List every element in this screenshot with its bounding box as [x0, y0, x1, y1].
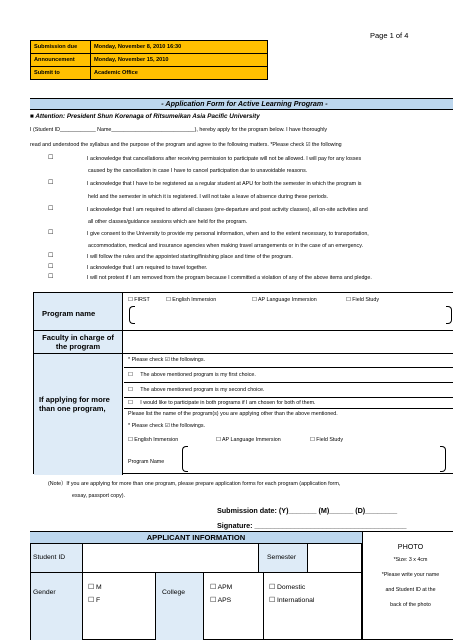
choice-first: The above mentioned program is my first …	[140, 372, 256, 378]
intro-line-1: I (Student ID____________ Name__________…	[30, 127, 328, 133]
ack-line: I will not protest if I am removed from …	[87, 275, 372, 281]
program-name-row: Program name ☐ FIRST ☐ English Immersion…	[34, 293, 453, 331]
program-table: Program name ☐ FIRST ☐ English Immersion…	[33, 292, 453, 475]
intro-line-2: read and understood the syllabus and the…	[30, 142, 342, 148]
checkbox-icon[interactable]: ☐	[48, 263, 54, 270]
ack-line: accommodation, medical and insurance age…	[88, 243, 363, 249]
photo-size: *Size: 3 x 4cm	[393, 557, 428, 563]
program-name-label: Program name	[34, 293, 123, 330]
program-options: ☐ FIRST ☐ English Immersion ☐ AP Languag…	[124, 293, 453, 330]
multi-program-row: If applying for more than one program, *…	[34, 354, 453, 475]
applicant-info-heading: APPLICANT INFORMATION	[30, 531, 362, 543]
info-key: Announcement	[30, 53, 91, 67]
submission-info-table: Submission due Monday, November 8, 2010 …	[30, 40, 268, 80]
program-name-field-label: Program Name	[128, 459, 165, 465]
info-key: Submit to	[30, 66, 91, 80]
ack-line: I acknowledge that I am required to atte…	[87, 207, 368, 213]
bracket-right	[440, 446, 446, 472]
info-row: Submission due Monday, November 8, 2010 …	[30, 40, 268, 54]
option-english-immersion[interactable]: ☐ English Immersion	[166, 297, 216, 303]
multi-program-label: If applying for more than one program,	[34, 354, 123, 475]
bracket-left	[129, 306, 135, 324]
checkbox-icon[interactable]: ☐	[48, 205, 54, 212]
info-row: Submit to Academic Office	[30, 66, 268, 80]
college-apm-checkbox[interactable]: ☐ APM	[210, 583, 232, 591]
bracket-right	[446, 306, 452, 324]
info-row: Announcement Monday, November 15, 2010	[30, 53, 268, 67]
checkbox-icon[interactable]: ☐	[48, 229, 54, 236]
ack-line: I acknowledge that I have to be register…	[87, 181, 362, 187]
option-first[interactable]: ☐ FIRST	[128, 297, 150, 303]
checkbox-icon[interactable]: ☐	[48, 273, 54, 280]
option2-english-immersion[interactable]: ☐ English Immersion	[128, 437, 178, 443]
faculty-label: Faculty in charge of the program	[34, 331, 123, 353]
option2-ap-language-immersion[interactable]: ☐ AP Language Immersion	[216, 437, 281, 443]
ack-line: all other classes/guidance sessions whic…	[88, 219, 248, 225]
ack-line: I acknowledge that I am required to trav…	[87, 265, 208, 271]
college-label: College	[156, 573, 204, 640]
checkbox-icon[interactable]: ☐	[128, 372, 133, 378]
gender-label: Gender	[31, 573, 83, 640]
choice-both: I would like to participate in both prog…	[140, 400, 316, 406]
please-check-text: * Please check ☑ the followings.	[128, 357, 205, 363]
ack-line: I give consent to the University to prov…	[87, 231, 369, 237]
note-text: (Note）If you are applying for more than …	[48, 481, 341, 487]
ack-line: I acknowledge that cancellations after r…	[87, 156, 362, 162]
applicant-info-grid: Student ID Semester Gender ☐ M ☐ F Colle…	[30, 543, 362, 640]
ack-line: caused by the cancellation in case I hav…	[88, 168, 308, 174]
list-instruction: Please list the name of the program(s) y…	[128, 411, 338, 417]
info-value: Academic Office	[90, 66, 268, 80]
attention-text: Attention: President Shun Korenaga of Ri…	[35, 113, 260, 120]
domestic-checkbox[interactable]: ☐ Domestic	[269, 583, 305, 591]
student-id-field[interactable]	[83, 544, 259, 573]
photo-title: PHOTO	[397, 542, 424, 551]
checkbox-icon[interactable]: ☐	[48, 179, 54, 186]
faculty-field[interactable]	[124, 331, 453, 353]
photo-note-2: and Student ID at the	[385, 587, 436, 593]
checkbox-icon[interactable]: ☐	[48, 252, 54, 259]
option2-field-study[interactable]: ☐ Field Study	[310, 437, 343, 443]
page-number: Page 1 of 4	[370, 31, 409, 40]
ack-line: held and the semester in which it is reg…	[88, 194, 329, 200]
semester-field[interactable]	[308, 544, 362, 573]
student-id-label: Student ID	[31, 544, 83, 573]
square-bullet-icon: ■	[30, 113, 34, 120]
faculty-row: Faculty in charge of the program	[34, 331, 453, 354]
student-type-options: ☐ Domestic ☐ International	[264, 573, 362, 640]
info-key: Submission due	[30, 40, 91, 54]
note-text-2: essay, passport copy).	[72, 493, 126, 499]
option-ap-language-immersion[interactable]: ☐ AP Language Immersion	[252, 297, 317, 303]
photo-box: PHOTO *Size: 3 x 4cm *Please write your …	[362, 531, 453, 640]
info-value: Monday, November 8, 2010 16:30	[90, 40, 268, 54]
submission-date-field[interactable]: Submission date: (Y)_______ (M)______ (D…	[217, 506, 397, 515]
ack-line: I will follow the rules and the appointe…	[87, 254, 293, 260]
checkbox-icon[interactable]: ☐	[128, 400, 133, 406]
multi-program-content: * Please check ☑ the followings. ☐ The a…	[124, 354, 453, 475]
form-title: - Application Form for Active Learning P…	[30, 98, 453, 110]
option-field-study[interactable]: ☐ Field Study	[346, 297, 379, 303]
please-check-text-2: * Please check ☑ the followings.	[128, 423, 205, 429]
info-value: Monday, November 15, 2010	[90, 53, 268, 67]
checkbox-icon[interactable]: ☐	[128, 387, 133, 393]
international-checkbox[interactable]: ☐ International	[269, 596, 314, 604]
college-options: ☐ APM ☐ APS	[204, 573, 264, 640]
college-aps-checkbox[interactable]: ☐ APS	[210, 596, 231, 604]
semester-label: Semester	[259, 544, 308, 573]
gender-m-checkbox[interactable]: ☐ M	[88, 583, 102, 591]
gender-options: ☐ M ☐ F	[83, 573, 156, 640]
checkbox-icon[interactable]: ☐	[48, 154, 54, 161]
bracket-left	[182, 446, 188, 472]
gender-f-checkbox[interactable]: ☐ F	[88, 596, 100, 604]
photo-note-1: *Please write your name	[381, 572, 440, 578]
attention-line: ■ Attention: President Shun Korenaga of …	[30, 113, 260, 120]
photo-note-3: back of the photo	[390, 602, 431, 608]
choice-second: The above mentioned program is my second…	[140, 387, 265, 393]
signature-field[interactable]: Signature: _____________________________…	[217, 521, 406, 530]
